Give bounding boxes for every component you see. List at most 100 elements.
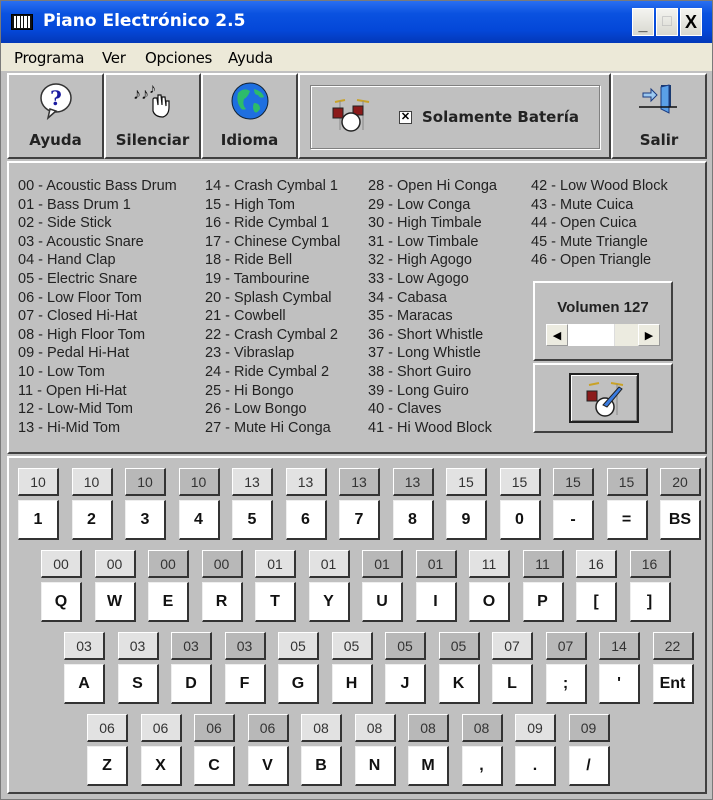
drum-key[interactable]: 5 [232,500,273,540]
drum-key[interactable]: 7 [339,500,380,540]
drum-key[interactable]: T [255,582,296,622]
drum-key[interactable]: K [438,664,480,704]
instrument-item: 07 - Closed Hi-Hat [18,308,138,325]
drum-key[interactable]: Y [308,582,350,622]
drum-key[interactable]: D [171,664,212,704]
drum-key[interactable]: R [201,582,243,622]
drum-key[interactable]: ; [545,664,587,704]
instrument-column-3: 28 - Open Hi Conga 29 - Low Conga 30 - Hig… [368,177,497,437]
menu-ayuda[interactable]: Ayuda [228,49,273,67]
instrument-item: 43 - Mute Cuica [531,196,634,213]
drum-key[interactable]: G [278,664,319,704]
drum-key[interactable]: M [408,746,449,786]
drum-key[interactable]: 1 [18,500,59,540]
drum-key[interactable]: A [64,664,105,704]
silenciar-button[interactable]: ♪♪ ♪ Silenciar [104,73,201,159]
drum-key[interactable]: 9 [446,500,487,540]
drum-key[interactable]: . [515,746,556,786]
drum-key[interactable]: 2 [71,500,113,540]
drum-key[interactable]: W [94,582,136,622]
piano-app-icon [11,14,33,30]
exit-door-icon [639,84,677,114]
volume-panel: Volumen 127 ◀ ▶ [533,281,673,361]
drum-key[interactable]: N [354,746,396,786]
drum-key[interactable]: S [117,664,159,704]
sound-number-label: 05 [278,632,319,660]
maximize-button[interactable]: □ [656,8,678,36]
drum-key[interactable]: 6 [285,500,327,540]
drum-key[interactable]: ' [599,664,640,704]
drum-key[interactable]: P [522,582,564,622]
sound-number-label: 13 [339,468,380,496]
instrument-item: 04 - Hand Clap [18,252,116,269]
instrument-item: 18 - Ride Bell [205,252,293,269]
row4-keys: Z X C V B N M,. / [87,746,610,786]
drum-key[interactable]: Z [87,746,128,786]
ayuda-button[interactable]: ? Ayuda [7,73,104,159]
solamente-bateria-checkbox[interactable]: ✕ [399,111,412,124]
salir-button[interactable]: Salir [611,73,707,159]
instrument-item: 05 - Electric Snare [18,270,138,287]
drum-key[interactable]: X [140,746,182,786]
drum-key[interactable]: 0 [499,500,541,540]
instrument-item: 03 - Acoustic Snare [18,233,144,250]
instrument-item: 12 - Low-Mid Tom [18,401,133,418]
volume-thumb[interactable] [614,324,638,346]
drum-key[interactable]: ] [629,582,671,622]
bateria-panel: ✕ Solamente Batería [298,73,611,159]
instrument-item: 42 - Low Wood Block [531,178,668,194]
drum-key[interactable]: 4 [178,500,220,540]
drum-key[interactable]: - [553,500,594,540]
sound-number-label: 11 [469,550,510,578]
instrument-item: 23 - Vibraslap [205,345,295,362]
sound-number-label: 06 [140,714,182,742]
drum-key[interactable]: , [461,746,503,786]
drum-key[interactable]: C [194,746,235,786]
sound-number-label: 03 [171,632,212,660]
sound-number-label: 13 [232,468,273,496]
drum-key[interactable]: O [469,582,510,622]
ayuda-label: Ayuda [29,131,82,149]
drum-key[interactable]: 3 [125,500,166,540]
drum-key[interactable]: U [362,582,403,622]
volume-right-arrow[interactable]: ▶ [638,324,660,346]
minimize-button[interactable]: _ [632,8,654,36]
drum-key[interactable]: H [331,664,373,704]
drum-play-button[interactable] [569,373,639,423]
drum-key[interactable]: [ [576,582,617,622]
drum-key[interactable]: BS [660,500,701,540]
instrument-item: 26 - Low Bongo [205,401,307,418]
drum-key[interactable]: Q [41,582,82,622]
instrument-item: 36 - Short Whistle [368,326,484,343]
drum-key[interactable]: E [148,582,189,622]
drum-key[interactable]: V [247,746,289,786]
row3-keys: A S D F G H J K L; ' Ent [64,664,694,704]
sound-number-label: 16 [629,550,671,578]
menu-ver[interactable]: Ver [102,49,126,67]
drum-key[interactable]: J [385,664,426,704]
menu-programa[interactable]: Programa [14,49,84,67]
drum-key[interactable]: B [301,746,342,786]
volume-left-arrow[interactable]: ◀ [546,324,568,346]
sound-number-label: 03 [224,632,266,660]
drum-key[interactable]: 8 [392,500,434,540]
drum-key[interactable]: Ent [652,664,694,704]
svg-text:♪: ♪ [149,81,156,96]
menu-opciones[interactable]: Opciones [145,49,212,67]
sound-number-label: 01 [362,550,403,578]
bateria-group: ✕ Solamente Batería [310,85,600,149]
close-button[interactable]: X [680,8,702,36]
drum-key[interactable]: = [606,500,648,540]
drum-key[interactable]: F [224,664,266,704]
row2-keys: Q W E R T Y U I O P [] [41,582,671,622]
drum-key[interactable]: / [568,746,610,786]
sound-number-label: 15 [553,468,594,496]
drum-key[interactable]: I [415,582,457,622]
idioma-button[interactable]: Idioma [201,73,298,159]
drum-key[interactable]: L [492,664,533,704]
instrument-item: 31 - Low Timbale [368,233,479,250]
title-bar[interactable]: Piano Electrónico 2.5 _ □ X [1,1,712,43]
instrument-item: 17 - Chinese Cymbal [205,233,341,250]
volume-scrollbar[interactable]: ◀ ▶ [545,323,661,347]
instrument-item: 11 - Open Hi-Hat [18,382,127,399]
